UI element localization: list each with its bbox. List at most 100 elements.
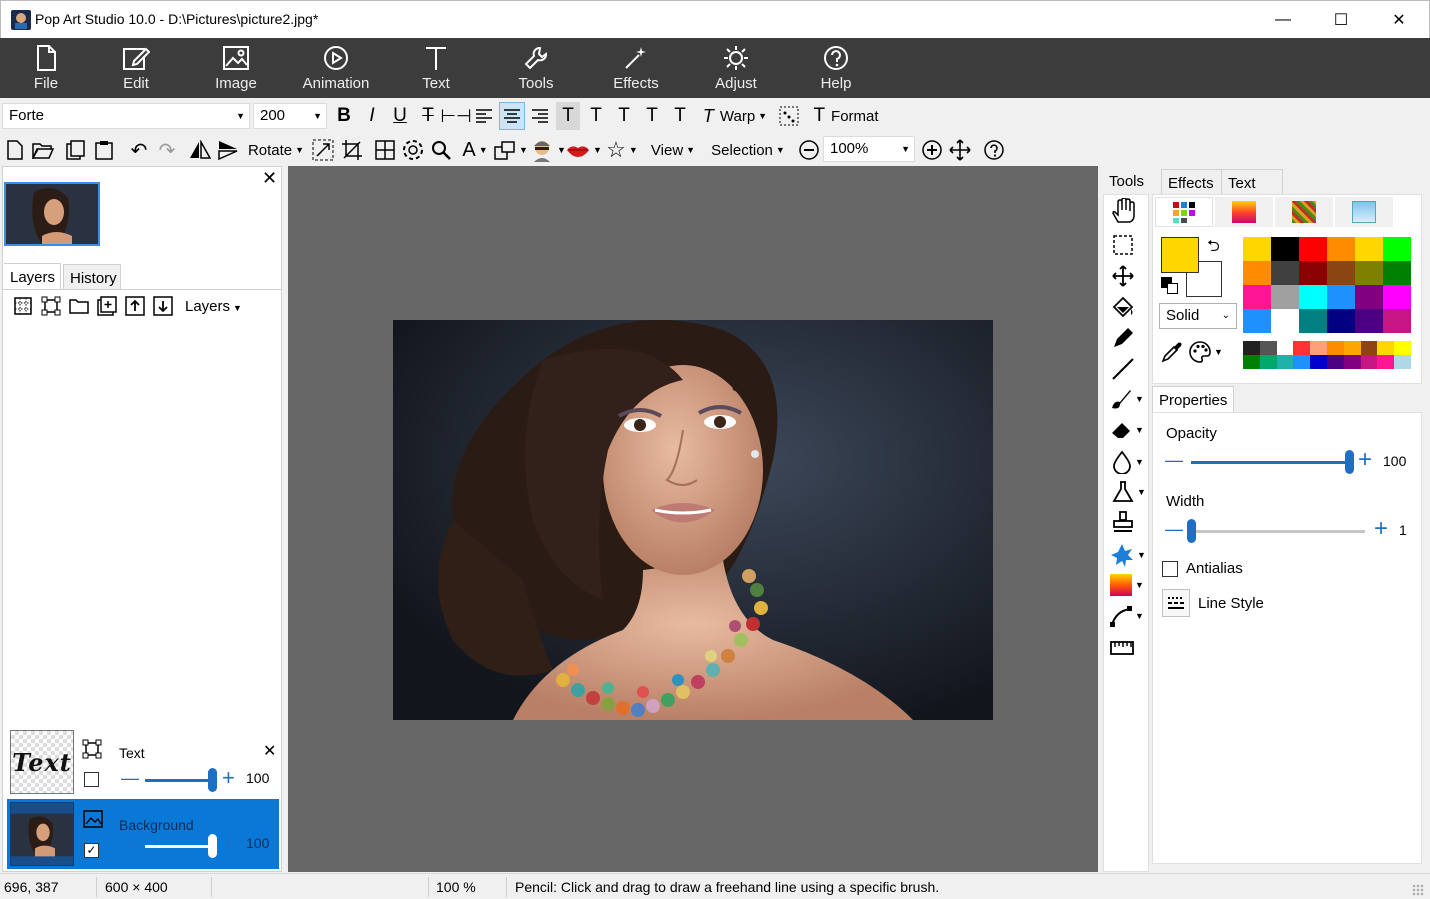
tab-patterns[interactable] <box>1275 197 1333 227</box>
mini-palette-swatch[interactable] <box>1394 355 1411 369</box>
tab-history[interactable]: History <box>63 264 121 290</box>
mini-palette-swatch[interactable] <box>1276 355 1294 369</box>
bold-button[interactable]: B <box>332 102 356 130</box>
layer-row-background[interactable]: Background ✓ — + 100 <box>7 799 279 869</box>
text-style-plain-button[interactable]: T <box>668 102 692 130</box>
palette-swatch[interactable] <box>1327 285 1355 309</box>
copy-button[interactable] <box>64 136 88 164</box>
close-document-button[interactable]: ✕ <box>262 168 277 189</box>
ribbon-effects[interactable]: Effects <box>591 38 681 98</box>
text-style-emboss-button[interactable]: T <box>640 102 664 130</box>
opacity-increase-button[interactable]: + <box>1358 446 1372 474</box>
mini-palette-swatch[interactable] <box>1276 341 1294 355</box>
palette-swatch[interactable] <box>1271 237 1299 261</box>
tab-swatches[interactable] <box>1155 197 1213 227</box>
width-thumb[interactable] <box>1187 519 1196 543</box>
mini-palette-swatch[interactable] <box>1327 341 1344 355</box>
text-style-outline-button[interactable]: T <box>584 102 608 130</box>
stickers-lips-dropdown[interactable]: ▼ <box>566 136 602 164</box>
text-style-shadow-button[interactable]: T <box>556 102 580 130</box>
ribbon-edit[interactable]: Edit <box>91 38 181 98</box>
primary-color-swatch[interactable] <box>1161 237 1199 273</box>
palette-swatch[interactable] <box>1243 261 1271 285</box>
palette-swatch[interactable] <box>1271 285 1299 309</box>
layers-menu[interactable]: Layers ▼ <box>185 298 242 315</box>
close-button[interactable]: ✕ <box>1370 1 1428 39</box>
ribbon-help[interactable]: Help <box>791 38 881 98</box>
palette-swatch[interactable] <box>1299 309 1327 333</box>
help-button[interactable] <box>981 136 1007 164</box>
line-style-button[interactable]: Line Style <box>1162 589 1264 617</box>
mini-palette-swatch[interactable] <box>1243 341 1260 355</box>
star-shape-tool[interactable]: ▼ <box>1110 543 1146 567</box>
mini-palette-swatch[interactable] <box>1310 341 1327 355</box>
gradient-tool[interactable]: ▼ <box>1110 574 1144 596</box>
layer-visibility-checkbox[interactable] <box>84 772 99 787</box>
palette-swatch[interactable] <box>1243 285 1271 309</box>
palette-swatch[interactable] <box>1355 237 1383 261</box>
mini-palette-swatch[interactable] <box>1310 355 1327 369</box>
palette-swatch[interactable] <box>1383 237 1411 261</box>
tab-text-art[interactable]: Text Art <box>1221 169 1283 209</box>
mini-palette-swatch[interactable] <box>1360 355 1378 369</box>
mini-palette-swatch[interactable] <box>1327 355 1344 369</box>
opacity-thumb[interactable] <box>1345 450 1354 474</box>
text-path-button[interactable] <box>776 102 802 130</box>
layer-folder-icon[interactable] <box>65 298 93 314</box>
rectangle-select-tool[interactable] <box>1113 235 1133 258</box>
view-menu[interactable]: View ▼ <box>647 136 699 164</box>
mini-palette-swatch[interactable] <box>1343 355 1361 369</box>
flip-horizontal-button[interactable] <box>188 136 212 164</box>
path-tool[interactable]: ▼ <box>1110 605 1144 627</box>
ribbon-adjust[interactable]: Adjust <box>691 38 781 98</box>
move-tool[interactable] <box>1112 265 1134 290</box>
blur-tool[interactable]: ▼ <box>1112 450 1144 474</box>
eyedropper-button[interactable] <box>1161 341 1183 366</box>
tab-tools[interactable]: Tools <box>1102 167 1160 195</box>
line-tool[interactable] <box>1112 358 1134 383</box>
selection-menu[interactable]: Selection ▼ <box>707 136 789 164</box>
format-button[interactable]: T Format <box>806 102 886 130</box>
ribbon-animation[interactable]: Animation <box>291 38 381 98</box>
redo-button[interactable]: ↷ <box>154 136 180 164</box>
shapes-dropdown[interactable]: ▼ <box>494 136 528 164</box>
resize-button[interactable] <box>310 136 336 164</box>
palette-swatch[interactable] <box>1299 285 1327 309</box>
layer-transform-icon[interactable] <box>37 296 65 316</box>
font-size-select[interactable]: 200 ▼ <box>253 103 327 129</box>
align-right-button[interactable] <box>528 102 552 130</box>
width-decrease-button[interactable]: — <box>1165 519 1183 540</box>
stickers-star-dropdown[interactable]: ☆ ▼ <box>604 136 640 164</box>
mini-palette-swatch[interactable] <box>1243 355 1260 369</box>
opacity-increase-button[interactable]: + <box>222 765 235 791</box>
palette-swatch[interactable] <box>1355 285 1383 309</box>
fill-tool[interactable] <box>1111 295 1135 322</box>
palette-swatch[interactable] <box>1383 285 1411 309</box>
palette-swatch[interactable] <box>1327 237 1355 261</box>
text-spacing-button[interactable]: ⊢⊣ <box>440 102 471 130</box>
paste-button[interactable] <box>92 136 116 164</box>
tab-textures[interactable] <box>1335 197 1393 227</box>
text-style-double-outline-button[interactable]: T <box>612 102 636 130</box>
open-file-button[interactable] <box>30 136 56 164</box>
mini-palette-swatch[interactable] <box>1293 341 1311 355</box>
zoom-in-button[interactable] <box>919 136 945 164</box>
fill-style-select[interactable]: Solid ⌄ <box>1159 303 1237 329</box>
tab-effects[interactable]: Effects <box>1161 169 1223 195</box>
width-slider[interactable] <box>1191 530 1365 533</box>
underline-button[interactable]: U <box>388 102 412 130</box>
pan-button[interactable] <box>947 136 973 164</box>
palette-swatch[interactable] <box>1271 261 1299 285</box>
mini-palette-swatch[interactable] <box>1360 341 1378 355</box>
resize-grip-icon[interactable] <box>1412 884 1424 896</box>
mini-palette-swatch[interactable] <box>1377 355 1395 369</box>
palette-swatch[interactable] <box>1355 261 1383 285</box>
layer-move-up-icon[interactable] <box>121 296 149 316</box>
opacity-decrease-button[interactable]: — <box>1165 450 1183 471</box>
flip-vertical-button[interactable] <box>216 136 240 164</box>
ribbon-tools[interactable]: Tools <box>491 38 581 98</box>
mini-palette-swatch[interactable] <box>1394 341 1411 355</box>
font-select[interactable]: Forte ▼ <box>2 103 250 129</box>
palette-swatch[interactable] <box>1299 237 1327 261</box>
maximize-button[interactable]: ☐ <box>1312 1 1370 39</box>
